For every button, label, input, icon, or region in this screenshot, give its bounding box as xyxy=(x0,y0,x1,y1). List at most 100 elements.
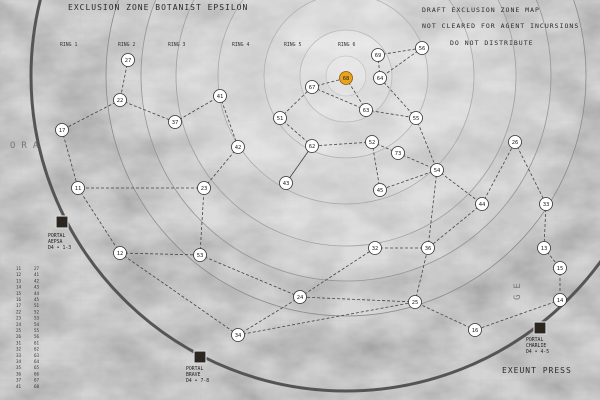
node-label: 15 xyxy=(557,266,564,272)
portal-text: BRAVE xyxy=(186,372,201,378)
node-label: 67 xyxy=(309,85,316,91)
node-14: 14 xyxy=(553,293,567,307)
node-label: 23 xyxy=(201,186,208,192)
table-cell: 55 xyxy=(34,328,40,333)
node-label: 24 xyxy=(297,295,304,301)
node-27: 27 xyxy=(121,53,135,67)
node-label: 55 xyxy=(413,116,420,122)
portal-text: PORTAL xyxy=(186,366,203,372)
table-cell: 34 xyxy=(16,359,22,364)
table-cell: 65 xyxy=(34,365,40,370)
node-67: 67 xyxy=(305,80,319,94)
node-36: 36 xyxy=(421,241,435,255)
node-44: 44 xyxy=(475,197,489,211)
node-68: 68 xyxy=(339,71,353,85)
node-label: 42 xyxy=(235,145,242,151)
node-24: 24 xyxy=(293,290,307,304)
table-cell: 53 xyxy=(34,316,40,321)
table-cell: 45 xyxy=(34,297,40,302)
node-11: 11 xyxy=(71,181,85,195)
ring-label: RING 2 xyxy=(118,42,135,48)
map-title: EXCLUSION ZONE BOTANIST EPSILON xyxy=(68,3,249,12)
node-22: 22 xyxy=(113,93,127,107)
table-cell: 12 xyxy=(16,272,22,277)
node-label: 17 xyxy=(59,128,66,134)
node-51: 51 xyxy=(273,111,287,125)
node-label: 11 xyxy=(75,186,82,192)
node-62: 62 xyxy=(305,139,319,153)
ring-label: RING 6 xyxy=(338,42,355,48)
portal-marker xyxy=(533,321,547,335)
table-cell: 36 xyxy=(16,371,22,376)
portal-text: D4 • 4-5 xyxy=(526,349,549,355)
node-25: 25 xyxy=(408,295,422,309)
table-cell: 41 xyxy=(34,272,40,277)
table-cell: 31 xyxy=(16,340,22,345)
node-label: 41 xyxy=(217,94,224,100)
portal-marker xyxy=(55,215,69,229)
node-64: 64 xyxy=(373,71,387,85)
node-12: 12 xyxy=(113,246,127,260)
exclusion-zone-map: 27221737414223431112 53243432625167686364… xyxy=(0,0,600,400)
table-cell: 15 xyxy=(16,291,22,296)
table-cell: 52 xyxy=(34,309,40,314)
node-label: 36 xyxy=(425,246,432,252)
table-cell: 42 xyxy=(34,278,40,283)
table-cell: 64 xyxy=(34,359,40,364)
table-cell: 67 xyxy=(34,378,40,383)
node-34: 34 xyxy=(231,328,245,342)
node-53: 53 xyxy=(193,248,207,262)
table-cell: 43 xyxy=(34,285,40,290)
portal-text: CHARLIE xyxy=(526,343,546,349)
table-cell: 62 xyxy=(34,347,40,352)
table-cell: 37 xyxy=(16,378,22,383)
node-label: 12 xyxy=(117,251,124,257)
ring-label: RING 3 xyxy=(168,42,185,48)
node-label: 37 xyxy=(172,120,179,126)
node-label: 13 xyxy=(541,246,548,252)
note-draft: DRAFT EXCLUSION ZONE MAP xyxy=(422,6,540,14)
table-cell: 16 xyxy=(16,297,22,302)
terrain-label: GE xyxy=(513,277,523,300)
table-cell: 35 xyxy=(16,365,22,370)
node-13: 13 xyxy=(537,241,551,255)
node-45: 45 xyxy=(373,183,387,197)
table-cell: 26 xyxy=(16,334,22,339)
table-cell: 23 xyxy=(16,316,22,321)
table-cell: 44 xyxy=(34,291,40,296)
table-cell: 63 xyxy=(34,353,40,358)
node-15: 15 xyxy=(553,261,567,275)
node-37: 37 xyxy=(168,115,182,129)
node-label: 14 xyxy=(557,298,564,304)
node-63: 63 xyxy=(359,103,373,117)
node-label: 51 xyxy=(277,116,284,122)
node-32: 32 xyxy=(368,241,382,255)
ring-label: RING 1 xyxy=(60,42,77,48)
node-label: 34 xyxy=(235,333,242,339)
table-cell: 51 xyxy=(34,303,40,308)
node-26: 26 xyxy=(508,135,522,149)
table-cell: 25 xyxy=(16,328,22,333)
node-label: 45 xyxy=(377,188,384,194)
node-17: 17 xyxy=(55,123,69,137)
portal-text: PORTAL xyxy=(526,337,543,343)
node-label: 22 xyxy=(117,98,124,104)
node-label: 73 xyxy=(395,151,402,157)
node-23: 23 xyxy=(197,181,211,195)
node-label: 54 xyxy=(434,168,441,174)
table-cell: 33 xyxy=(16,353,22,358)
portal-text: D4 • 7-8 xyxy=(186,378,209,384)
node-label: 62 xyxy=(309,144,316,150)
table-cell: 24 xyxy=(16,322,22,327)
portal-marker xyxy=(193,350,207,364)
note-do-not-distribute: DO NOT DISTRIBUTE xyxy=(450,39,534,47)
ring-label: RING 5 xyxy=(284,42,301,48)
map-canvas: 27 22 17 37 41 42 23 43 11 12 53 24 34 32 62 51 67 68 63 64… xyxy=(0,0,600,400)
table-cell: 14 xyxy=(16,285,22,290)
table-cell: 66 xyxy=(34,371,40,376)
node-label: 64 xyxy=(377,76,384,82)
portal-text: D4 • 1-3 xyxy=(48,245,71,251)
table-cell: 54 xyxy=(34,322,40,327)
node-33: 33 xyxy=(539,197,553,211)
portal-text: AEPSA xyxy=(48,239,63,245)
